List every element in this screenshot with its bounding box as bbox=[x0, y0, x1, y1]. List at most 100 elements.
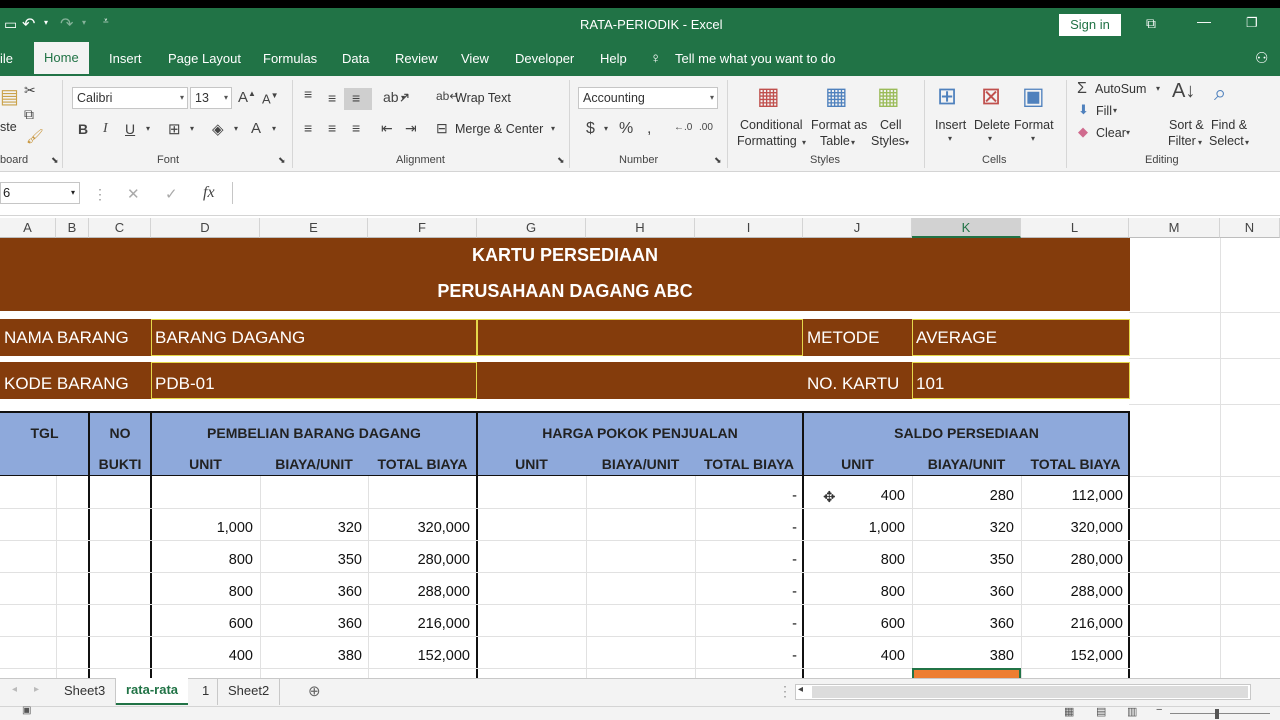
column-header-a[interactable]: A bbox=[0, 218, 56, 238]
enter-icon[interactable]: ✓ bbox=[165, 185, 178, 203]
cell-s-total[interactable]: 112,000 bbox=[1021, 488, 1123, 504]
tab-page-layout[interactable]: Page Layout bbox=[168, 42, 241, 76]
copy-icon[interactable]: ⧉ bbox=[24, 106, 34, 123]
name-box[interactable]: 6 ▾ bbox=[0, 182, 80, 204]
sign-in-button[interactable]: Sign in bbox=[1059, 14, 1121, 36]
format-button[interactable]: Format bbox=[1014, 118, 1054, 132]
cell-s-biaya[interactable]: 360 bbox=[912, 616, 1014, 632]
tab-review[interactable]: Review bbox=[395, 42, 438, 76]
undo-dropdown-icon[interactable]: ▾ bbox=[44, 18, 48, 27]
cell-p-biaya[interactable]: 360 bbox=[260, 584, 362, 600]
chevron-down-icon[interactable]: ▾ bbox=[1198, 138, 1202, 147]
cell-s-biaya[interactable]: 320 bbox=[912, 520, 1014, 536]
chevron-down-icon[interactable]: ▾ bbox=[1031, 134, 1035, 143]
sheet-tab-sheet3[interactable]: Sheet3 bbox=[54, 679, 117, 705]
find-label[interactable]: Find & bbox=[1211, 118, 1247, 132]
cell-p-unit[interactable]: 1,000 bbox=[151, 520, 253, 536]
restore-icon[interactable]: ❐ bbox=[1246, 15, 1258, 31]
cell-merged-blank[interactable] bbox=[477, 319, 803, 356]
conditional-formatting-icon[interactable]: ▦ bbox=[757, 82, 780, 111]
styles-label[interactable]: Styles bbox=[871, 134, 905, 148]
cell-p-unit[interactable]: 600 bbox=[151, 616, 253, 632]
align-center-icon[interactable]: ≡ bbox=[328, 120, 336, 136]
cell-no-kartu-value[interactable] bbox=[912, 362, 1130, 399]
font-color-icon[interactable]: A bbox=[251, 120, 261, 137]
currency-icon[interactable]: $ bbox=[586, 120, 595, 138]
cell-s-total[interactable]: 320,000 bbox=[1021, 520, 1123, 536]
increase-font-icon[interactable]: A▲ bbox=[238, 89, 256, 106]
clipboard-launcher-icon[interactable]: ⬊ bbox=[51, 155, 59, 166]
tab-developer[interactable]: Developer bbox=[515, 42, 574, 76]
cell-s-biaya[interactable]: 380 bbox=[912, 648, 1014, 664]
save-icon[interactable]: ▭ bbox=[4, 16, 17, 33]
chevron-down-icon[interactable]: ▾ bbox=[802, 138, 806, 147]
cell-s-biaya[interactable]: 350 bbox=[912, 552, 1014, 568]
formatting-label[interactable]: Formatting bbox=[737, 134, 797, 148]
tab-view[interactable]: View bbox=[461, 42, 489, 76]
cell-p-unit[interactable]: 800 bbox=[151, 552, 253, 568]
column-header-g[interactable]: G bbox=[477, 218, 586, 238]
column-header-i[interactable]: I bbox=[695, 218, 803, 238]
cell-s-unit[interactable]: 800 bbox=[803, 552, 905, 568]
add-sheet-icon[interactable]: ⊕ bbox=[308, 682, 321, 700]
scroll-right-icon[interactable]: ▸ bbox=[34, 684, 39, 695]
cell-p-total[interactable]: 288,000 bbox=[368, 584, 470, 600]
column-header-n[interactable]: N bbox=[1220, 218, 1280, 238]
sort-filter-icon[interactable]: A↓ bbox=[1172, 80, 1195, 103]
cut-icon[interactable]: ✂ bbox=[24, 82, 36, 99]
cell-s-unit[interactable]: 400 bbox=[803, 648, 905, 664]
format-as-table-icon[interactable]: ▦ bbox=[825, 82, 848, 111]
decrease-indent-icon[interactable]: ⇤ bbox=[381, 120, 393, 137]
formula-input[interactable] bbox=[232, 182, 1280, 204]
tell-me-search[interactable]: Tell me what you want to do bbox=[675, 42, 835, 76]
orientation-icon[interactable]: ab↗ bbox=[383, 89, 410, 106]
ribbon-display-options-icon[interactable]: ⧉ bbox=[1146, 15, 1156, 32]
redo-dropdown-icon[interactable]: ▾ bbox=[82, 18, 86, 27]
decrease-decimal-icon[interactable]: .00 bbox=[699, 122, 713, 133]
column-header-j[interactable]: J bbox=[803, 218, 912, 238]
column-header-k[interactable]: K bbox=[912, 218, 1021, 238]
format-cells-icon[interactable]: ▣ bbox=[1022, 82, 1045, 111]
zoom-slider[interactable] bbox=[1170, 713, 1270, 714]
fill-button[interactable]: Fill bbox=[1096, 104, 1112, 118]
percent-icon[interactable]: % bbox=[619, 120, 633, 138]
chevron-down-icon[interactable]: ▾ bbox=[604, 124, 608, 133]
cell-s-unit[interactable]: 800 bbox=[803, 584, 905, 600]
sort-label[interactable]: Sort & bbox=[1169, 118, 1204, 132]
macro-record-icon[interactable]: ▣ bbox=[22, 705, 31, 716]
select-label[interactable]: Select bbox=[1209, 134, 1244, 148]
cell-s-total[interactable]: 152,000 bbox=[1021, 648, 1123, 664]
cell-p-biaya[interactable]: 360 bbox=[260, 616, 362, 632]
align-left-icon[interactable]: ≡ bbox=[304, 120, 312, 136]
page-break-view-icon[interactable]: ▥ bbox=[1127, 705, 1137, 718]
italic-icon[interactable]: I bbox=[103, 121, 108, 137]
underline-icon[interactable]: U bbox=[125, 121, 135, 137]
insert-cells-icon[interactable]: ⊞ bbox=[937, 82, 957, 111]
cell-label[interactable]: Cell bbox=[880, 118, 902, 132]
tab-file[interactable]: ile bbox=[0, 42, 13, 76]
number-format-combo[interactable]: Accounting ▾ bbox=[578, 87, 718, 109]
cell-h-total[interactable]: - bbox=[695, 616, 797, 632]
column-header-b[interactable]: B bbox=[56, 218, 89, 238]
cell-s-unit[interactable]: 600 bbox=[803, 616, 905, 632]
clear-button[interactable]: Clear bbox=[1096, 126, 1126, 140]
chevron-down-icon[interactable]: ▾ bbox=[948, 134, 952, 143]
cell-s-biaya[interactable]: 280 bbox=[912, 488, 1014, 504]
align-right-icon[interactable]: ≡ bbox=[352, 120, 360, 136]
chevron-down-icon[interactable]: ▾ bbox=[1113, 106, 1117, 115]
cell-p-total[interactable]: 320,000 bbox=[368, 520, 470, 536]
splitter-icon[interactable]: ⋮ bbox=[778, 683, 792, 700]
cancel-icon[interactable]: ✕ bbox=[127, 185, 140, 203]
cell-p-biaya[interactable]: 320 bbox=[260, 520, 362, 536]
cell-h-total[interactable]: - bbox=[695, 584, 797, 600]
middle-align-icon[interactable]: ≡ bbox=[328, 90, 336, 106]
normal-view-icon[interactable]: ▦ bbox=[1064, 705, 1074, 718]
cell-s-unit[interactable]: 1,000 bbox=[803, 520, 905, 536]
page-layout-view-icon[interactable]: ▤ bbox=[1096, 705, 1106, 718]
selected-cell[interactable] bbox=[912, 668, 1021, 678]
column-header-e[interactable]: E bbox=[260, 218, 368, 238]
wrap-text-button[interactable]: Wrap Text bbox=[455, 91, 511, 105]
tab-data[interactable]: Data bbox=[342, 42, 369, 76]
find-icon[interactable]: ⌕ bbox=[1214, 80, 1226, 106]
cell-p-unit[interactable]: 400 bbox=[151, 648, 253, 664]
